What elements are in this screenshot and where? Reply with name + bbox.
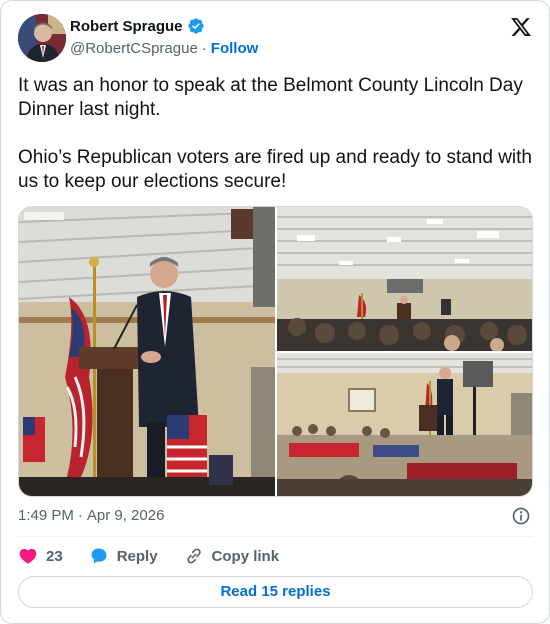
read-replies-button[interactable]: Read 15 replies bbox=[18, 576, 533, 608]
author-handle[interactable]: @RobertCSprague bbox=[70, 40, 198, 57]
x-logo-icon[interactable] bbox=[510, 16, 532, 38]
tweet-paragraph-2: Ohio’s Republican voters are fired up an… bbox=[18, 147, 533, 192]
tweet-header: Robert Sprague @RobertCSprague · Follow bbox=[18, 14, 534, 62]
heart-icon bbox=[19, 548, 37, 564]
photo-hall-wide[interactable] bbox=[277, 207, 532, 351]
follow-button[interactable]: Follow bbox=[211, 40, 259, 57]
info-icon[interactable] bbox=[511, 506, 531, 526]
like-count: 23 bbox=[46, 547, 63, 565]
media-grid bbox=[18, 206, 533, 497]
separator-dot: · bbox=[77, 507, 83, 524]
author-name[interactable]: Robert Sprague bbox=[70, 18, 183, 35]
photo-speaker-podium[interactable] bbox=[19, 207, 275, 496]
link-icon bbox=[186, 548, 201, 564]
action-bar: 23 Reply Copy link bbox=[18, 544, 305, 568]
like-button[interactable]: 23 bbox=[18, 546, 63, 566]
avatar[interactable] bbox=[18, 14, 66, 62]
divider bbox=[18, 536, 533, 537]
reply-button[interactable]: Reply bbox=[89, 546, 158, 566]
date-text: Apr 9, 2026 bbox=[86, 507, 165, 524]
photo-hall-tables[interactable] bbox=[277, 353, 532, 496]
copy-link-label: Copy link bbox=[211, 547, 280, 565]
tweet-paragraph-1: It was an honor to speak at the Belmont … bbox=[18, 75, 523, 120]
author-name-row: Robert Sprague bbox=[70, 17, 205, 35]
verified-badge-icon bbox=[187, 18, 204, 34]
separator-dot: · bbox=[201, 40, 207, 57]
tweet-card: Robert Sprague @RobertCSprague · Follow … bbox=[0, 0, 550, 624]
speech-bubble-icon bbox=[91, 548, 107, 564]
tweet-text: It was an honor to speak at the Belmont … bbox=[18, 74, 533, 194]
copy-link-button[interactable]: Copy link bbox=[184, 546, 280, 566]
timestamp[interactable]: 1:49 PM · Apr 9, 2026 bbox=[18, 507, 164, 524]
author-handle-row: @RobertCSprague · Follow bbox=[70, 40, 258, 57]
time-text: 1:49 PM bbox=[18, 507, 74, 524]
reply-label: Reply bbox=[116, 547, 158, 565]
